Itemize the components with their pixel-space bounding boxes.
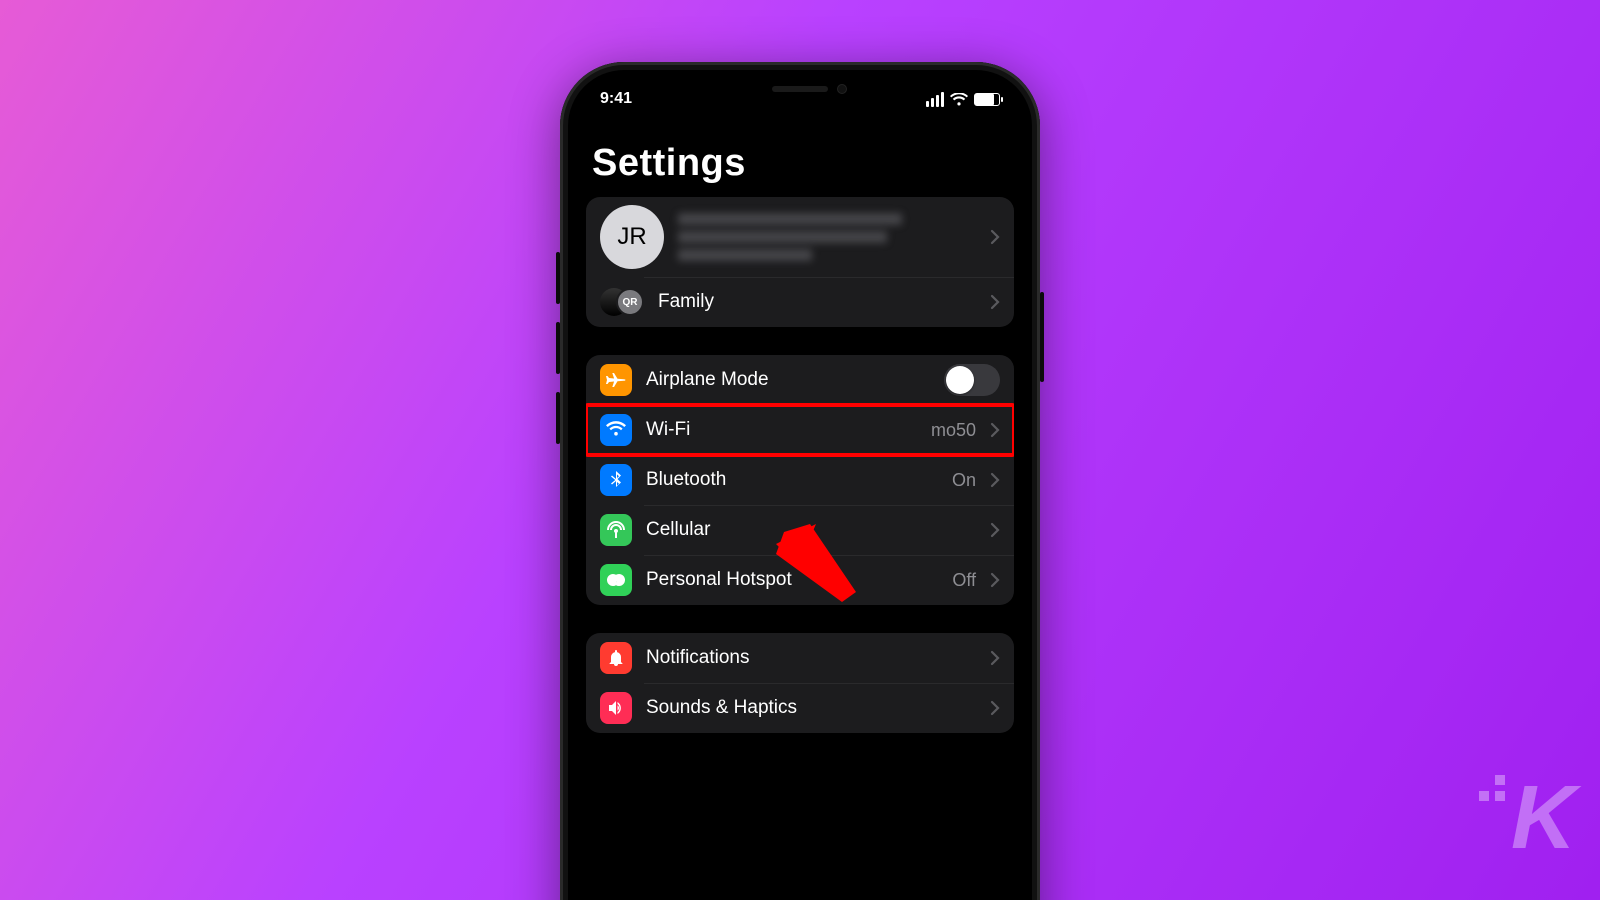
speaker-icon bbox=[600, 692, 632, 724]
notifications-label: Notifications bbox=[646, 647, 976, 669]
cellular-label: Cellular bbox=[646, 519, 976, 541]
hotspot-detail: Off bbox=[952, 570, 976, 591]
cellular-icon bbox=[600, 514, 632, 546]
redacted-name bbox=[678, 213, 976, 261]
airplane-toggle[interactable] bbox=[944, 364, 1000, 396]
hotspot-row[interactable]: Personal Hotspot Off bbox=[586, 555, 1014, 605]
connectivity-group: Airplane Mode Wi-Fi mo50 bbox=[586, 355, 1014, 605]
notifications-row[interactable]: Notifications bbox=[586, 633, 1014, 683]
family-label: Family bbox=[658, 291, 976, 313]
page-title: Settings bbox=[586, 118, 1014, 197]
cellular-row[interactable]: Cellular bbox=[586, 505, 1014, 555]
family-avatars: QR bbox=[600, 286, 644, 318]
cellular-signal-icon bbox=[926, 92, 944, 107]
airplane-mode-row[interactable]: Airplane Mode bbox=[586, 355, 1014, 405]
wifi-status-icon bbox=[950, 93, 968, 106]
bell-icon bbox=[600, 642, 632, 674]
battery-icon bbox=[974, 93, 1000, 106]
hotspot-icon bbox=[600, 564, 632, 596]
chevron-right-icon bbox=[990, 572, 1000, 588]
notch bbox=[705, 74, 895, 104]
chevron-right-icon bbox=[990, 294, 1000, 310]
chevron-right-icon bbox=[990, 472, 1000, 488]
airplane-icon bbox=[600, 364, 632, 396]
chevron-right-icon bbox=[990, 522, 1000, 538]
profile-group: JR QR Family bbox=[586, 197, 1014, 327]
chevron-right-icon bbox=[990, 700, 1000, 716]
wifi-label: Wi-Fi bbox=[646, 419, 917, 441]
wifi-detail: mo50 bbox=[931, 420, 976, 441]
status-indicators bbox=[926, 92, 1000, 107]
chevron-right-icon bbox=[990, 229, 1000, 245]
chevron-right-icon bbox=[990, 650, 1000, 666]
bluetooth-icon bbox=[600, 464, 632, 496]
alerts-group: Notifications Sounds & Haptics bbox=[586, 633, 1014, 733]
phone-screen: 9:41 Settings JR bbox=[572, 74, 1028, 900]
wifi-row[interactable]: Wi-Fi mo50 bbox=[586, 405, 1014, 455]
avatar: JR bbox=[600, 205, 664, 269]
sounds-row[interactable]: Sounds & Haptics bbox=[586, 683, 1014, 733]
watermark: K bbox=[1479, 767, 1570, 870]
bluetooth-detail: On bbox=[952, 470, 976, 491]
bluetooth-row[interactable]: Bluetooth On bbox=[586, 455, 1014, 505]
background-gradient: 9:41 Settings JR bbox=[0, 0, 1600, 900]
status-time: 9:41 bbox=[600, 90, 632, 108]
phone-frame: 9:41 Settings JR bbox=[560, 62, 1040, 900]
hotspot-label: Personal Hotspot bbox=[646, 569, 938, 591]
family-row[interactable]: QR Family bbox=[586, 277, 1014, 327]
apple-id-row[interactable]: JR bbox=[586, 197, 1014, 277]
wifi-icon bbox=[600, 414, 632, 446]
sounds-label: Sounds & Haptics bbox=[646, 697, 976, 719]
airplane-label: Airplane Mode bbox=[646, 369, 930, 391]
bluetooth-label: Bluetooth bbox=[646, 469, 938, 491]
chevron-right-icon bbox=[990, 422, 1000, 438]
